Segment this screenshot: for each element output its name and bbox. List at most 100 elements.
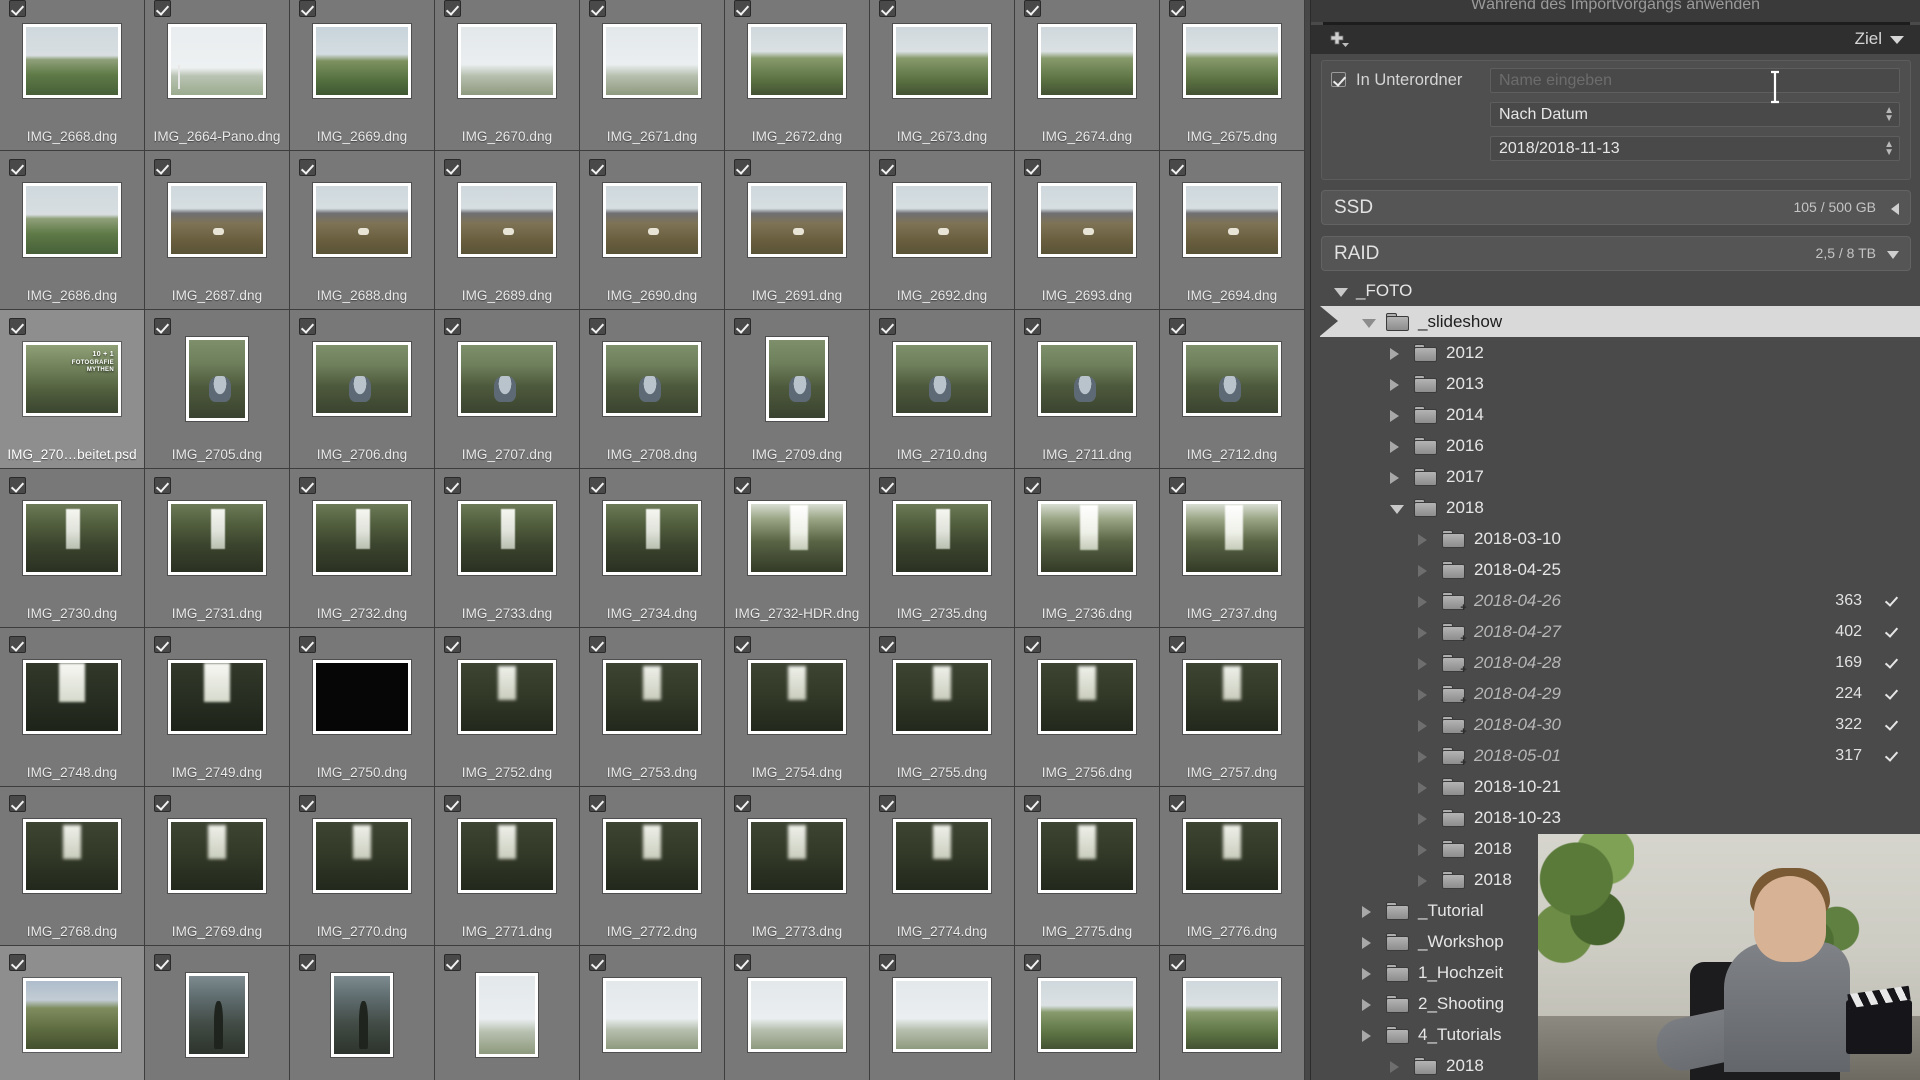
thumbnail-cell[interactable]: IMG_2734.dng	[580, 469, 725, 628]
thumbnail-cell[interactable]: IMG_2733.dng	[435, 469, 580, 628]
thumbnail-include-checkbox[interactable]	[1169, 318, 1186, 335]
thumbnail-grid[interactable]: IMG_2668.dng IMG_2664-Pano.dng IMG_2669.dn…	[0, 0, 1310, 1080]
thumbnail-cell[interactable]: IMG_2711.dng	[1015, 310, 1160, 469]
folder-include-checkmark-icon[interactable]	[1885, 749, 1898, 762]
thumbnail-cell[interactable]: IMG_2794.dng	[725, 946, 870, 1080]
date-format-row[interactable]: Datumsformat 2018/2018-11-13 ▲▼	[1322, 133, 1910, 163]
thumbnail-include-checkbox[interactable]	[1024, 0, 1041, 17]
thumbnail-include-checkbox[interactable]	[879, 159, 896, 176]
thumbnail-image[interactable]	[313, 660, 411, 734]
thumbnail-cell[interactable]: IMG_2705.dng	[145, 310, 290, 469]
folder-tree-row[interactable]: 2018-03-10	[1320, 523, 1920, 554]
disclosure-triangle-closed-icon[interactable]	[1362, 937, 1371, 949]
disclosure-triangle-closed-icon[interactable]	[1418, 844, 1427, 856]
thumbnail-include-checkbox[interactable]	[9, 477, 26, 494]
thumbnail-include-checkbox[interactable]	[444, 477, 461, 494]
thumbnail-image[interactable]	[1183, 342, 1281, 416]
thumbnail-cell[interactable]: IMG_2793.dng	[580, 946, 725, 1080]
thumbnail-cell[interactable]: IMG_2773.dng	[725, 787, 870, 946]
thumbnail-cell[interactable]: IMG_2737.dng	[1160, 469, 1305, 628]
drive-row-raid[interactable]: RAID 2,5 / 8 TB	[1321, 236, 1911, 271]
thumbnail-include-checkbox[interactable]	[1169, 954, 1186, 971]
folder-tree-row[interactable]: 2012	[1320, 337, 1920, 368]
thumbnail-cell[interactable]: IMG_2664-Pano.dng	[145, 0, 290, 151]
disclosure-triangle-closed-icon[interactable]	[1418, 627, 1427, 639]
thumbnail-cell[interactable]: IMG_2710.dng	[870, 310, 1015, 469]
thumbnail-image[interactable]	[331, 973, 393, 1057]
thumbnail-include-checkbox[interactable]	[1024, 954, 1041, 971]
thumbnail-image[interactable]	[748, 183, 846, 257]
folder-tree-row[interactable]: 2018-04-25	[1320, 554, 1920, 585]
thumbnail-image[interactable]	[23, 660, 121, 734]
thumbnail-include-checkbox[interactable]	[154, 636, 171, 653]
thumbnail-image[interactable]	[458, 24, 556, 98]
thumbnail-image[interactable]	[603, 819, 701, 893]
folder-tree-row[interactable]: 2018-04-30 322	[1320, 709, 1920, 740]
thumbnail-cell[interactable]: IMG_2796.dng	[1015, 946, 1160, 1080]
thumbnail-include-checkbox[interactable]	[1024, 477, 1041, 494]
thumbnail-include-checkbox[interactable]	[299, 636, 316, 653]
thumbnail-cell[interactable]: IMG_2770.dng	[290, 787, 435, 946]
thumbnail-cell[interactable]: IMG_2795.dng	[870, 946, 1015, 1080]
disclosure-triangle-closed-icon[interactable]	[1362, 968, 1371, 980]
folder-tree-row[interactable]: 2018-05-01 317	[1320, 740, 1920, 771]
thumbnail-image[interactable]	[1038, 24, 1136, 98]
thumbnail-image[interactable]	[748, 660, 846, 734]
thumbnail-image[interactable]	[1183, 978, 1281, 1052]
thumbnail-image[interactable]	[893, 501, 991, 575]
thumbnail-image[interactable]	[748, 819, 846, 893]
thumbnail-cell[interactable]: IMG_2670.dng	[435, 0, 580, 151]
date-format-select[interactable]: 2018/2018-11-13 ▲ ▼	[1490, 136, 1900, 161]
disclosure-triangle-open-icon[interactable]	[1362, 319, 1376, 328]
folder-tree-row[interactable]: 2017	[1320, 461, 1920, 492]
thumbnail-image[interactable]	[893, 342, 991, 416]
thumbnail-image[interactable]	[748, 24, 846, 98]
thumbnail-cell[interactable]: IMG_2675.dng	[1160, 0, 1305, 151]
disclosure-triangle-closed-icon[interactable]	[1390, 410, 1399, 422]
thumbnail-include-checkbox[interactable]	[154, 477, 171, 494]
thumbnail-include-checkbox[interactable]	[299, 159, 316, 176]
drive-row-ssd[interactable]: SSD 105 / 500 GB	[1321, 190, 1911, 225]
thumbnail-image[interactable]	[313, 24, 411, 98]
thumbnail-image[interactable]	[458, 660, 556, 734]
thumbnail-image[interactable]	[1183, 24, 1281, 98]
thumbnail-include-checkbox[interactable]	[1169, 477, 1186, 494]
thumbnail-cell[interactable]: IMG_2792.dng	[435, 946, 580, 1080]
thumbnail-include-checkbox[interactable]	[444, 159, 461, 176]
thumbnail-cell[interactable]: IMG_2772.dng	[580, 787, 725, 946]
folder-tree-row[interactable]: 2018-04-27 402	[1320, 616, 1920, 647]
thumbnail-include-checkbox[interactable]	[879, 795, 896, 812]
thumbnail-cell[interactable]: IMG_2688.dng	[290, 151, 435, 310]
thumbnail-image[interactable]	[476, 973, 538, 1057]
folder-tree-row[interactable]: 2018-04-29 224	[1320, 678, 1920, 709]
subfolder-name-input[interactable]: Name eingeben	[1490, 68, 1900, 93]
disclosure-triangle-closed-icon[interactable]	[1390, 441, 1399, 453]
folder-tree-row[interactable]: _FOTO	[1320, 275, 1920, 306]
thumbnail-image[interactable]	[23, 819, 121, 893]
disclosure-triangle-closed-icon[interactable]	[1418, 875, 1427, 887]
thumbnail-include-checkbox[interactable]	[444, 0, 461, 17]
folder-tree-row[interactable]: 2018-04-26 363	[1320, 585, 1920, 616]
thumbnail-cell[interactable]: IMG_2757.dng	[1160, 628, 1305, 787]
thumbnail-include-checkbox[interactable]	[589, 795, 606, 812]
thumbnail-include-checkbox[interactable]	[589, 159, 606, 176]
thumbnail-cell[interactable]: IMG_2732.dng	[290, 469, 435, 628]
thumbnail-cell[interactable]: IMG_2797.dng	[1160, 946, 1305, 1080]
thumbnail-include-checkbox[interactable]	[444, 636, 461, 653]
thumbnail-cell[interactable]: IMG_2754.dng	[725, 628, 870, 787]
thumbnail-image[interactable]	[1038, 819, 1136, 893]
thumbnail-image[interactable]	[1038, 978, 1136, 1052]
disclosure-triangle-closed-icon[interactable]	[1390, 1061, 1399, 1073]
thumbnail-cell[interactable]: IMG_2730.dng	[0, 469, 145, 628]
thumbnail-image[interactable]	[748, 978, 846, 1052]
thumbnail-include-checkbox[interactable]	[734, 636, 751, 653]
chevron-down-icon[interactable]	[1890, 36, 1904, 44]
thumbnail-include-checkbox[interactable]	[154, 159, 171, 176]
thumbnail-include-checkbox[interactable]	[154, 318, 171, 335]
thumbnail-include-checkbox[interactable]	[1169, 0, 1186, 17]
disclosure-triangle-closed-icon[interactable]	[1418, 782, 1427, 794]
thumbnail-cell[interactable]: IMG_2756.dng	[1015, 628, 1160, 787]
subfolder-row[interactable]: In Unterordner Name eingeben	[1322, 65, 1910, 95]
thumbnail-include-checkbox[interactable]	[444, 795, 461, 812]
thumbnail-image[interactable]	[168, 660, 266, 734]
